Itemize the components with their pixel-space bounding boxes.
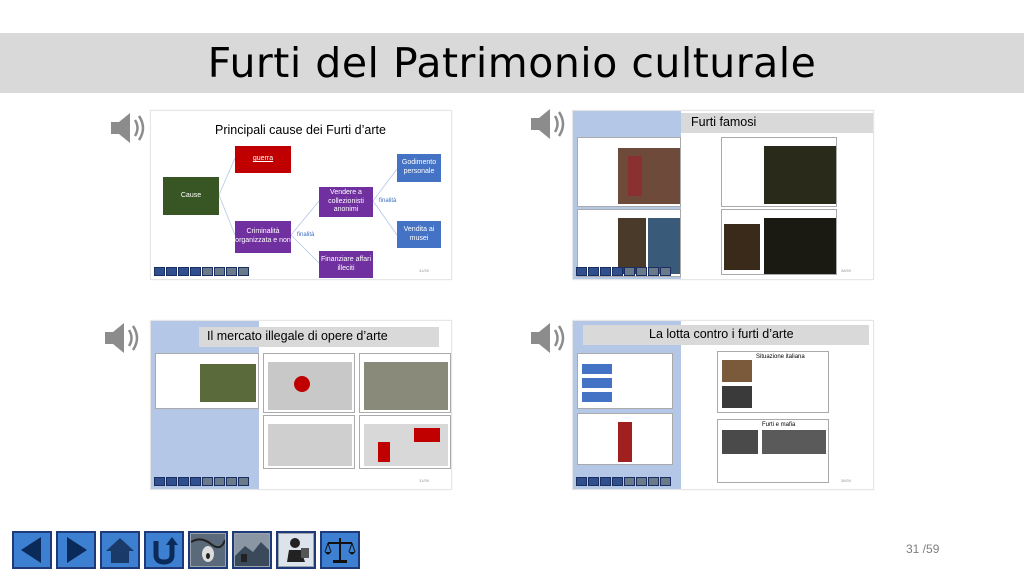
thief-icon xyxy=(279,534,313,566)
thumbnail-title: Furti famosi xyxy=(691,115,757,129)
nav-next-button[interactable] xyxy=(56,531,96,569)
mini-nav-bar xyxy=(576,477,671,486)
diagram-node-cause: Cause xyxy=(163,177,219,215)
thumbnail-panel xyxy=(577,353,673,409)
arrow-right-icon xyxy=(67,537,87,563)
page-number: 31 /59 xyxy=(906,542,940,556)
landscape-painting-icon xyxy=(235,534,269,566)
diagram-node-finance: Finanziare affari illeciti xyxy=(319,251,373,278)
thumbnail-panel xyxy=(721,137,837,207)
diagram-node-war: guerra xyxy=(235,146,291,173)
diagram-label-finality: finalità xyxy=(297,232,315,238)
thumbnail-illegal-market[interactable]: Il mercato illegale di opere d’arte 31/5… xyxy=(150,320,452,490)
thumbnail-title: Il mercato illegale di opere d’arte xyxy=(207,329,388,343)
slide: Furti del Patrimonio culturale Principal… xyxy=(0,0,1024,576)
thumbnail-panel xyxy=(577,413,673,465)
panel-subtitle: Situazione italiana xyxy=(756,354,805,360)
thumbnail-map xyxy=(263,353,355,413)
diagram-label-finality: finalità xyxy=(379,198,397,204)
speaker-icon[interactable] xyxy=(102,320,142,356)
mini-page-number: 31/59 xyxy=(418,478,429,483)
mini-page-number: 38/59 xyxy=(840,268,851,273)
thumbnail-panel xyxy=(577,137,681,207)
nav-justice-button[interactable] xyxy=(320,531,360,569)
nav-return-button[interactable] xyxy=(144,531,184,569)
mini-nav-bar xyxy=(154,477,249,486)
nav-landscape-button[interactable] xyxy=(232,531,272,569)
thumbnail-map xyxy=(263,415,355,469)
mini-nav-bar xyxy=(576,267,671,276)
mini-nav-bar xyxy=(154,267,249,276)
return-icon xyxy=(153,537,178,565)
thumbnail-panel: Furti e mafia xyxy=(717,419,829,483)
thumbnail-fight-thefts[interactable]: La lotta contro i furti d’arte Situazion… xyxy=(572,320,874,490)
home-icon xyxy=(106,538,134,563)
thumbnail-panel: Situazione italiana xyxy=(717,351,829,413)
diagram-node-enjoyment: Godimento personale xyxy=(397,154,441,182)
thumbnail-causes[interactable]: Principali cause dei Furti d’arte Cause … xyxy=(150,110,452,280)
nav-prev-button[interactable] xyxy=(12,531,52,569)
nav-scream-button[interactable] xyxy=(188,531,228,569)
diagram-node-collectors: Vendere a collezionisti anonimi xyxy=(319,187,373,217)
title-bar: Furti del Patrimonio culturale xyxy=(0,33,1024,93)
mini-page-number: 38/59 xyxy=(840,478,851,483)
speaker-icon[interactable] xyxy=(528,320,568,356)
thumbnail-panel xyxy=(721,209,837,275)
arrow-left-icon xyxy=(21,537,41,563)
diagram-node-crime: Criminalità organizzata e non xyxy=(235,221,291,253)
thumbnail-map xyxy=(359,415,451,469)
nav-home-button[interactable] xyxy=(100,531,140,569)
thumbnail-map xyxy=(359,353,451,413)
speaker-icon[interactable] xyxy=(528,106,568,142)
justice-scale-icon xyxy=(324,538,356,563)
speaker-icon[interactable] xyxy=(108,110,148,146)
mini-page-number: 31/59 xyxy=(418,268,429,273)
scream-painting-icon xyxy=(191,534,225,566)
thumbnail-panel xyxy=(155,353,259,409)
page-title: Furti del Patrimonio culturale xyxy=(207,39,817,87)
thumbnail-title: La lotta contro i furti d’arte xyxy=(649,327,794,341)
diagram-node-museum-sale: Vendita ai musei xyxy=(397,221,441,248)
nav-thief-button[interactable] xyxy=(276,531,316,569)
thumbnail-famous-thefts[interactable]: Furti famosi 38/59 xyxy=(572,110,874,280)
panel-subtitle: Furti e mafia xyxy=(762,422,796,428)
